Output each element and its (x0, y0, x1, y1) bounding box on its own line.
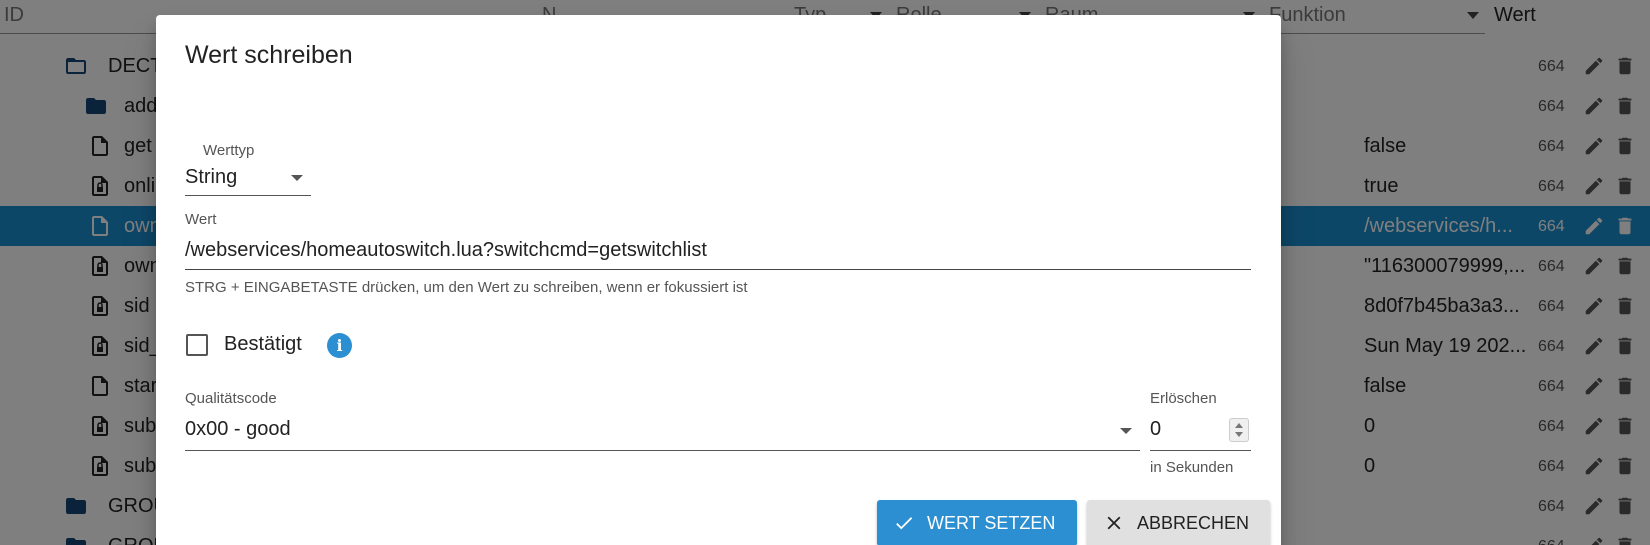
dialog-title: Wert schreiben (185, 41, 353, 69)
write-value-dialog: Wert schreiben Werttyp String Wert /webs… (156, 15, 1281, 545)
ack-label[interactable]: Bestätigt (224, 333, 302, 356)
value-type-selected: String (185, 166, 238, 188)
value-type-label: Werttyp (203, 142, 255, 159)
spinner-up-icon[interactable] (1235, 423, 1243, 428)
chevron-down-icon (291, 175, 303, 181)
ack-checkbox[interactable] (186, 334, 208, 356)
number-spinner[interactable] (1229, 418, 1249, 442)
expire-label: Erlöschen (1150, 390, 1217, 407)
info-icon[interactable]: i (327, 333, 352, 358)
value-input[interactable]: /webservices/homeautoswitch.lua?switchcm… (185, 233, 1251, 270)
value-label: Wert (185, 211, 217, 228)
value-type-select[interactable]: String (185, 162, 311, 196)
quality-selected: 0x00 - good (185, 418, 291, 440)
value-helper-text: STRG + EINGABETASTE drücken, um den Wert… (185, 279, 748, 296)
close-icon (1107, 516, 1121, 530)
quality-label: Qualitätscode (185, 390, 277, 407)
expire-unit: in Sekunden (1150, 459, 1234, 476)
expire-input-text: 0 (1150, 418, 1162, 440)
check-icon (896, 517, 913, 530)
chevron-down-icon (1120, 428, 1132, 434)
quality-select[interactable]: 0x00 - good (185, 414, 1140, 451)
cancel-button[interactable]: ABBRECHEN (1087, 500, 1270, 545)
value-input-text: /webservices/homeautoswitch.lua?switchcm… (185, 239, 707, 261)
spinner-down-icon[interactable] (1235, 432, 1243, 437)
set-value-button[interactable]: WERT SETZEN (877, 500, 1077, 545)
expire-input[interactable]: 0 (1150, 414, 1251, 451)
